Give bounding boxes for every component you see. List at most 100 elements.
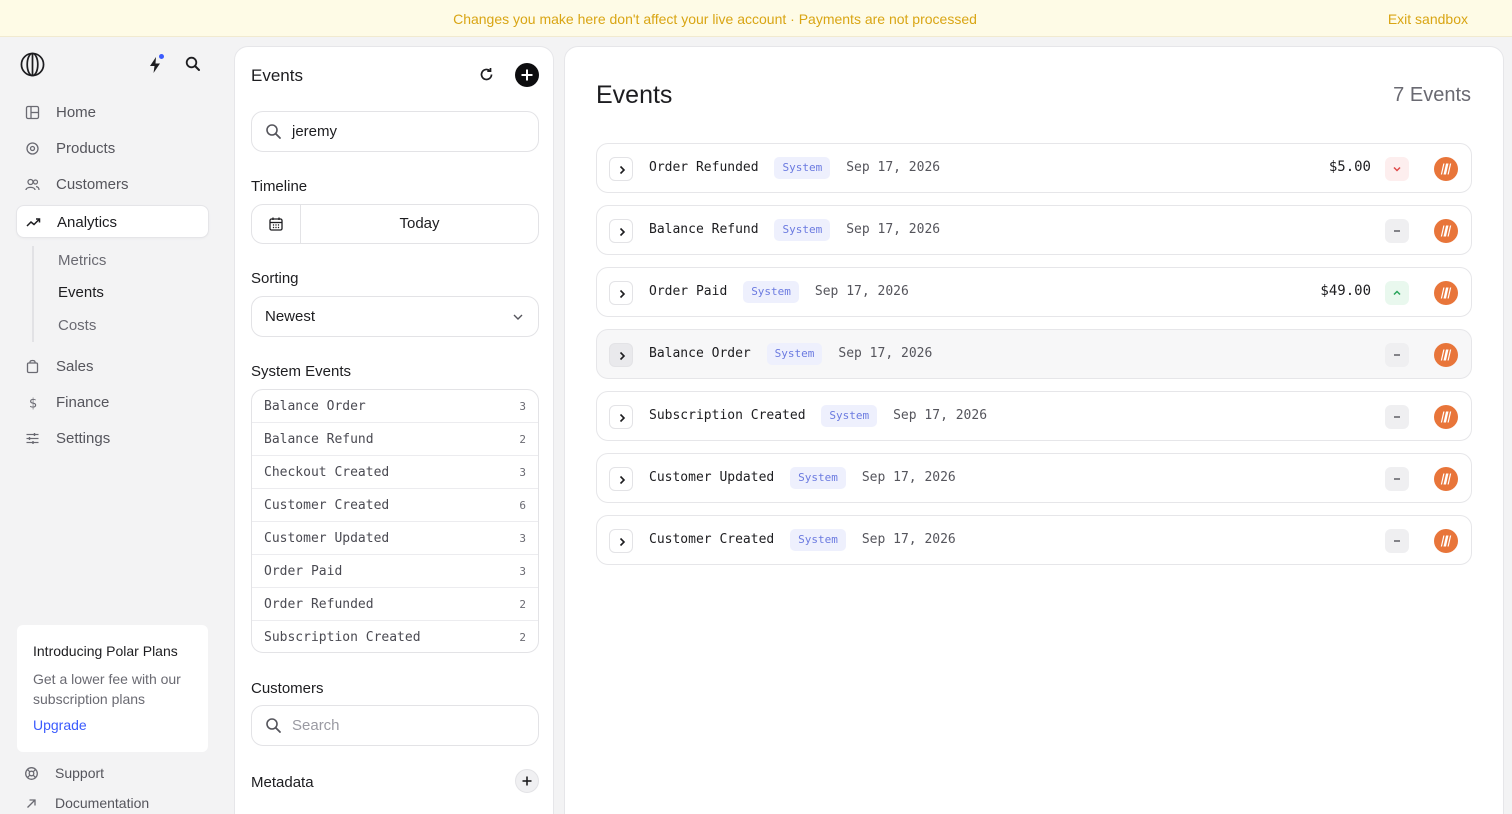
nav-customers[interactable]: Customers: [16, 168, 209, 201]
customer-avatar[interactable]: [1434, 467, 1458, 491]
system-event-item[interactable]: Order Paid 3: [252, 555, 538, 588]
subnav-metrics[interactable]: Metrics: [58, 252, 106, 269]
avatar-icon: [1440, 225, 1452, 237]
event-row[interactable]: Balance Refund System Sep 17, 2026: [596, 205, 1472, 255]
event-date: Sep 17, 2026: [893, 408, 988, 423]
customer-avatar[interactable]: [1434, 157, 1458, 181]
expand-button[interactable]: [609, 343, 633, 367]
system-event-item[interactable]: Order Refunded 2: [252, 588, 538, 621]
nav-label: Finance: [56, 394, 110, 411]
customer-avatar[interactable]: [1434, 281, 1458, 305]
system-tag: System: [774, 219, 831, 241]
system-event-item[interactable]: Balance Refund 2: [252, 423, 538, 456]
calendar-button[interactable]: [252, 205, 301, 243]
subnav-events[interactable]: Events: [58, 284, 104, 301]
promo-title: Introducing Polar Plans: [33, 643, 178, 659]
event-row[interactable]: Customer Updated System Sep 17, 2026: [596, 453, 1472, 503]
system-event-count: 3: [519, 400, 526, 413]
event-row[interactable]: Subscription Created System Sep 17, 2026: [596, 391, 1472, 441]
events-panel: Events 7 Events Order Refunded System Sep …: [564, 46, 1504, 814]
expand-button[interactable]: [609, 529, 633, 553]
system-tag: System: [774, 157, 831, 179]
nav-home[interactable]: Home: [16, 96, 209, 129]
home-icon: [25, 105, 40, 120]
timeline-value: Today: [399, 215, 440, 232]
finance-icon: $: [29, 397, 37, 411]
system-event-item[interactable]: Subscription Created 2: [252, 621, 538, 652]
system-event-item[interactable]: Checkout Created 3: [252, 456, 538, 489]
neutral-indicator: [1385, 343, 1409, 367]
expand-button[interactable]: [609, 219, 633, 243]
event-date: Sep 17, 2026: [861, 532, 956, 547]
add-metadata-button[interactable]: [515, 769, 539, 793]
add-event-button[interactable]: [515, 63, 539, 87]
event-row[interactable]: Customer Created System Sep 17, 2026: [596, 515, 1472, 565]
timeline-label: Timeline: [251, 178, 308, 195]
expand-button[interactable]: [609, 281, 633, 305]
customers-label: Customers: [251, 680, 324, 697]
nav-products[interactable]: Products: [16, 132, 209, 165]
metadata-label: Metadata: [251, 774, 314, 791]
amount-down-indicator: [1385, 157, 1409, 181]
system-event-item[interactable]: Balance Order 3: [252, 390, 538, 423]
plus-icon: [522, 776, 532, 786]
chevron-right-icon: [619, 289, 626, 299]
chevron-right-icon: [619, 413, 626, 423]
event-name: Customer Updated: [649, 470, 775, 485]
event-name: Balance Order: [649, 346, 751, 361]
system-tag: System: [790, 529, 846, 551]
nav-settings[interactable]: Settings: [16, 422, 209, 455]
polar-logo-icon[interactable]: [20, 52, 45, 77]
nav-sales[interactable]: Sales: [16, 350, 209, 383]
expand-button[interactable]: [609, 157, 633, 181]
dash-icon: [1394, 354, 1400, 356]
expand-button[interactable]: [609, 405, 633, 429]
customer-avatar[interactable]: [1434, 219, 1458, 243]
customer-avatar[interactable]: [1434, 529, 1458, 553]
nav-label: Sales: [56, 358, 94, 375]
sorting-select[interactable]: Newest: [251, 296, 539, 337]
event-search-input[interactable]: jeremy: [251, 111, 539, 152]
nav-finance[interactable]: $ Finance: [16, 386, 209, 419]
chevron-up-icon: [1393, 290, 1401, 296]
dash-icon: [1394, 416, 1400, 418]
event-name: Balance Refund: [649, 222, 759, 237]
avatar-icon: [1440, 349, 1452, 361]
customer-search-input[interactable]: Search: [251, 705, 539, 746]
search-value: jeremy: [292, 123, 338, 140]
chevron-right-icon: [619, 537, 626, 547]
avatar-icon: [1440, 411, 1452, 423]
timeline-picker[interactable]: Today: [251, 204, 539, 244]
search-icon[interactable]: [184, 55, 202, 73]
system-tag: System: [790, 467, 846, 489]
nav-label: Settings: [56, 430, 111, 447]
customer-avatar[interactable]: [1434, 343, 1458, 367]
refresh-icon[interactable]: [478, 66, 495, 83]
nav-analytics[interactable]: Analytics: [16, 205, 209, 238]
system-event-item[interactable]: Customer Updated 3: [252, 522, 538, 555]
event-row[interactable]: Order Refunded System Sep 17, 2026 $5.00: [596, 143, 1472, 193]
neutral-indicator: [1385, 467, 1409, 491]
system-event-count: 2: [519, 631, 526, 644]
event-name: Order Refunded: [649, 160, 759, 175]
system-event-name: Balance Order: [264, 399, 366, 414]
customer-avatar[interactable]: [1434, 405, 1458, 429]
neutral-indicator: [1385, 529, 1409, 553]
system-event-item[interactable]: Customer Created 6: [252, 489, 538, 522]
page-title: Events: [596, 81, 673, 109]
sandbox-banner: Changes you make here don't affect your …: [0, 0, 1512, 37]
event-row[interactable]: Balance Order System Sep 17, 2026: [596, 329, 1472, 379]
event-date: Sep 17, 2026: [814, 284, 909, 299]
system-event-name: Order Refunded: [264, 597, 374, 612]
event-row[interactable]: Order Paid System Sep 17, 2026 $49.00: [596, 267, 1472, 317]
expand-button[interactable]: [609, 467, 633, 491]
nav-label: Customers: [56, 176, 129, 193]
customers-icon: [25, 178, 40, 191]
notification-dot: [159, 54, 164, 59]
nav-label: Home: [56, 104, 97, 121]
nav-label: Analytics: [57, 214, 118, 231]
system-event-count: 6: [519, 499, 526, 512]
exit-sandbox-link[interactable]: Exit sandbox: [1388, 11, 1468, 27]
upgrade-link[interactable]: Upgrade: [33, 717, 192, 733]
subnav-costs[interactable]: Costs: [58, 317, 96, 334]
